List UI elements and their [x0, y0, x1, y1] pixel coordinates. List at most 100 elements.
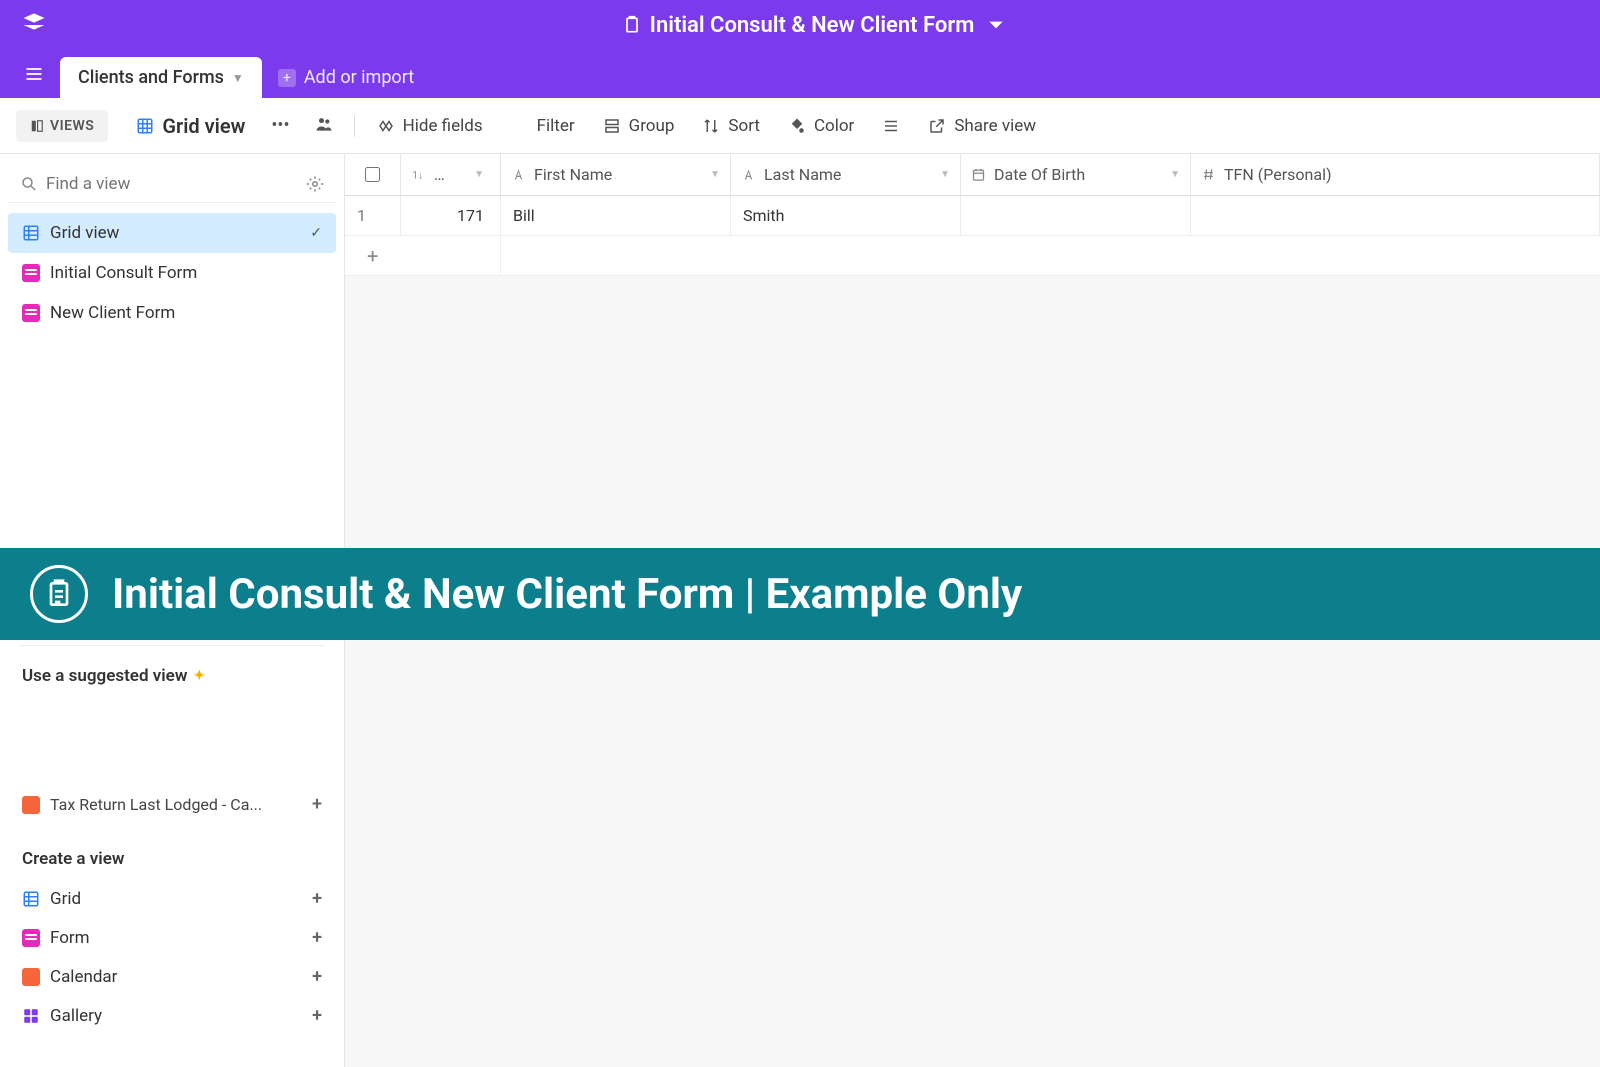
text-icon — [511, 167, 526, 182]
sidebar-view-initial-consult[interactable]: Initial Consult Form — [8, 253, 336, 293]
col-label: … — [434, 165, 445, 184]
view-options-button[interactable]: ••• — [261, 109, 299, 142]
menu-button[interactable] — [16, 56, 52, 92]
table-row[interactable]: 1 171 Bill Smith — [345, 196, 1600, 236]
chevron-down-icon: ▼ — [940, 169, 950, 180]
tab-label: Clients and Forms — [78, 67, 224, 88]
suggested-title: Use a suggested view ✦ — [20, 656, 324, 696]
suggested-label: Tax Return Last Lodged - Ca... — [50, 795, 262, 814]
share-view-button[interactable]: Share view — [916, 110, 1048, 142]
create-grid-button[interactable]: Grid + — [20, 879, 324, 918]
suggested-view-item[interactable]: Tax Return Last Lodged - Ca... + — [20, 786, 324, 823]
col-label: TFN (Personal) — [1224, 165, 1332, 184]
col-label: First Name — [534, 165, 612, 184]
view-label: New Client Form — [50, 303, 175, 323]
views-toggle-button[interactable]: VIEWS — [16, 110, 108, 142]
date-icon — [971, 167, 986, 182]
group-button[interactable]: Group — [591, 110, 687, 142]
tab-clients-and-forms[interactable]: Clients and Forms ▼ — [60, 57, 262, 98]
create-label: Grid — [50, 889, 81, 909]
check-icon: ✓ — [310, 225, 322, 241]
base-title-button[interactable]: Initial Consult & New Client Form — [48, 13, 1580, 38]
plus-icon: + — [312, 966, 322, 987]
sidebar-view-new-client[interactable]: New Client Form — [8, 293, 336, 333]
filter-button[interactable]: Filter — [499, 110, 587, 142]
chevron-down-icon: ▼ — [232, 71, 244, 85]
form-icon — [22, 264, 40, 282]
create-view-section: Create a view Grid + Form + Calendar + G… — [8, 831, 336, 1055]
chevron-down-icon: ▼ — [710, 169, 720, 180]
collaborators-button[interactable] — [304, 108, 344, 144]
grid-icon — [136, 117, 154, 135]
form-icon — [22, 929, 40, 947]
hide-fields-button[interactable]: Hide fields — [365, 110, 495, 142]
cell-dob[interactable] — [961, 196, 1191, 235]
sidebar-view-grid-view[interactable]: Grid view ✓ — [8, 213, 336, 253]
col-label: Date Of Birth — [994, 165, 1085, 184]
col-header-first-name[interactable]: First Name ▼ — [501, 154, 731, 195]
col-header-dob[interactable]: Date Of Birth ▼ — [961, 154, 1191, 195]
add-or-import-button[interactable]: + Add or import — [278, 67, 414, 88]
sparkle-icon: ✦ — [193, 668, 205, 684]
grid-icon — [22, 890, 40, 908]
form-icon — [22, 304, 40, 322]
sort-button[interactable]: Sort — [690, 110, 772, 142]
search-input[interactable] — [46, 174, 298, 194]
suggested-views: Use a suggested view ✦ Tax Return Last L… — [8, 637, 336, 831]
create-label: Form — [50, 928, 90, 948]
cell-first-name[interactable]: Bill — [501, 196, 731, 235]
text-icon — [741, 167, 756, 182]
plus-icon: + — [345, 236, 501, 275]
filter-icon — [511, 117, 529, 135]
share-label: Share view — [954, 116, 1036, 136]
row-height-button[interactable] — [870, 111, 912, 141]
col-header-tfn[interactable]: TFN (Personal) — [1191, 154, 1600, 195]
plus-icon: + — [312, 927, 322, 948]
color-button[interactable]: Color — [776, 110, 866, 142]
create-calendar-button[interactable]: Calendar + — [20, 957, 324, 996]
overlay-banner: Initial Consult & New Client Form | Exam… — [0, 548, 1600, 640]
plus-icon: + — [312, 794, 322, 815]
chevron-down-icon: ▼ — [474, 169, 484, 180]
calendar-icon — [22, 796, 40, 814]
row-number: 1 — [345, 196, 401, 235]
create-label: Gallery — [50, 1006, 102, 1026]
view-label: Grid view — [50, 223, 119, 243]
banner-text: Initial Consult & New Client Form | Exam… — [112, 570, 1022, 619]
separator — [354, 115, 355, 137]
app-header: Initial Consult & New Client Form — [0, 0, 1600, 50]
grid-header-row: 1↓ … ▼ First Name ▼ Last Name ▼ Date Of … — [345, 154, 1600, 196]
col-header-id[interactable]: 1↓ … ▼ — [401, 154, 501, 195]
col-header-last-name[interactable]: Last Name ▼ — [731, 154, 961, 195]
group-icon — [603, 117, 621, 135]
create-gallery-button[interactable]: Gallery + — [20, 996, 324, 1035]
calendar-icon — [22, 968, 40, 986]
plus-icon: + — [278, 69, 296, 87]
current-view-button[interactable]: Grid view — [124, 108, 257, 144]
sort-label: Sort — [728, 116, 760, 136]
table-tabs: Clients and Forms ▼ + Add or import — [0, 50, 1600, 98]
current-view-label: Grid view — [162, 114, 245, 138]
chevron-down-icon: ▼ — [1170, 169, 1180, 180]
color-icon — [788, 117, 806, 135]
gear-icon[interactable] — [306, 175, 324, 193]
svg-text:1↓: 1↓ — [412, 170, 423, 181]
hash-icon — [1201, 167, 1216, 182]
select-all-checkbox[interactable] — [365, 167, 380, 182]
create-form-button[interactable]: Form + — [20, 918, 324, 957]
cell-id[interactable]: 171 — [401, 196, 501, 235]
add-import-label: Add or import — [304, 67, 414, 88]
filter-label: Filter — [537, 116, 575, 136]
add-row[interactable]: + — [345, 236, 1600, 276]
chevron-down-icon — [986, 15, 1006, 35]
cell-last-name[interactable]: Smith — [731, 196, 961, 235]
select-all-header[interactable] — [345, 154, 401, 195]
view-label: Initial Consult Form — [50, 263, 197, 283]
share-icon — [928, 117, 946, 135]
plus-icon: + — [312, 1005, 322, 1026]
autonumber-icon: 1↓ — [411, 167, 426, 182]
group-label: Group — [629, 116, 675, 136]
view-toolbar: VIEWS Grid view ••• Hide fields Filter G… — [0, 98, 1600, 154]
cell-tfn[interactable] — [1191, 196, 1600, 235]
row-height-icon — [882, 117, 900, 135]
